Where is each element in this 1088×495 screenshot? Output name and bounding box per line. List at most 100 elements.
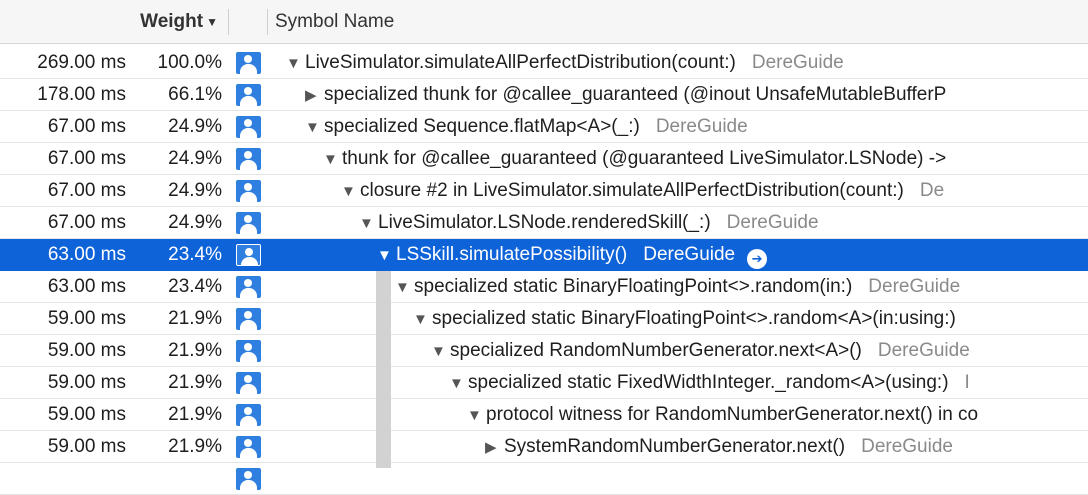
disclosure-expanded-icon[interactable]: ▼ — [413, 304, 432, 334]
weight-ms: 63.00 ms — [47, 276, 126, 297]
weight-column-header[interactable]: Weight ▼ — [0, 0, 228, 43]
symbol-cell: ▼ LSSkill.simulatePossibility() DereGuide ➔ — [377, 239, 768, 270]
library-name: DereGuide — [861, 436, 953, 457]
library-name: De — [919, 180, 945, 201]
symbol-name: specialized static BinaryFloatingPoint<>… — [414, 276, 853, 297]
weight-percent: 24.9% — [168, 180, 222, 201]
weight-percent: 66.1% — [168, 84, 222, 105]
library-name: DereGuide — [643, 244, 736, 265]
disclosure-expanded-icon[interactable]: ▼ — [377, 240, 396, 270]
symbol-name: LSSkill.simulatePossibility() — [396, 244, 628, 265]
user-icon — [236, 84, 261, 106]
table-row[interactable]: 59.00 ms 21.9% ▼ protocol witness for Rando… — [0, 399, 1088, 431]
weight-header-label: Weight — [140, 10, 204, 32]
call-tree-table: 269.00 ms 100.0% ▼ LiveSimulator.simulateAl… — [0, 47, 1088, 495]
table-row[interactable]: 63.00 ms 23.4% ▼ LSSkill.simulatePossibilit… — [0, 239, 1088, 271]
weight-ms: 59.00 ms — [47, 340, 126, 361]
symbol-cell: ▼ LiveSimulator.simulateAllPerfectDistrib… — [286, 47, 844, 78]
user-icon — [236, 468, 261, 490]
column-divider[interactable] — [267, 9, 268, 35]
disclosure-collapsed-icon[interactable]: ▶ — [305, 80, 324, 110]
symbol-name: SystemRandomNumberGenerator.next() — [504, 436, 846, 457]
weight-percent: 21.9% — [168, 308, 222, 329]
weight-ms: 67.00 ms — [47, 180, 126, 201]
disclosure-expanded-icon[interactable]: ▼ — [431, 336, 450, 366]
weight-percent: 24.9% — [168, 116, 222, 137]
symbol-cell: ▼ specialized Sequence.flatMap<A>(_:) Dere… — [305, 111, 748, 142]
symbol-cell: ▼ closure #2 in LiveSimulator.simulateAll… — [341, 175, 945, 206]
weight-ms: 59.00 ms — [47, 436, 126, 457]
weight-ms: 59.00 ms — [47, 308, 126, 329]
disclosure-expanded-icon[interactable]: ▼ — [323, 144, 342, 174]
chevron-down-icon: ▼ — [206, 14, 218, 29]
table-row[interactable]: 67.00 ms 24.9% ▼ LiveSimulator.LSNode.rende… — [0, 207, 1088, 239]
user-icon — [236, 180, 261, 202]
arrow-right-circle-icon[interactable]: ➔ — [747, 249, 768, 269]
table-row[interactable]: 178.00 ms 66.1% ▶ specialized thunk for @ca… — [0, 79, 1088, 111]
table-row[interactable]: 67.00 ms 24.9% ▼ specialized Sequence.flatM… — [0, 111, 1088, 143]
user-icon — [236, 340, 261, 362]
user-icon — [236, 404, 261, 426]
symbol-cell: ▼ specialized RandomNumberGenerator.next<… — [431, 335, 970, 366]
disclosure-expanded-icon[interactable]: ▼ — [286, 48, 305, 78]
weight-percent: 24.9% — [168, 148, 222, 169]
symbol-cell: ▼ protocol witness for RandomNumberGenera… — [467, 399, 979, 430]
weight-ms: 63.00 ms — [47, 244, 126, 265]
symbol-name: thunk for @callee_guaranteed (@guarantee… — [342, 148, 947, 169]
symbol-cell: ▼ specialized static BinaryFloatingPoint<… — [395, 271, 961, 302]
library-name: DereGuide — [868, 276, 961, 297]
weight-ms: 178.00 ms — [37, 84, 126, 105]
symbol-name: specialized RandomNumberGenerator.next<A… — [450, 340, 862, 361]
disclosure-expanded-icon[interactable]: ▼ — [395, 272, 414, 302]
table-header: Weight ▼ Symbol Name — [0, 0, 1088, 44]
table-row[interactable]: 59.00 ms 21.9% ▼ specialized static BinaryF… — [0, 303, 1088, 335]
symbol-name: closure #2 in LiveSimulator.simulateAllP… — [360, 180, 904, 201]
weight-ms: 59.00 ms — [47, 372, 126, 393]
user-icon — [236, 244, 261, 266]
disclosure-expanded-icon[interactable]: ▼ — [467, 400, 486, 430]
table-row[interactable]: 67.00 ms 24.9% ▼ closure #2 in LiveSimulato… — [0, 175, 1088, 207]
library-name: DereGuide — [655, 116, 748, 137]
symbol-header-label: Symbol Name — [275, 10, 395, 32]
symbol-name: protocol witness for RandomNumberGenerat… — [486, 404, 979, 425]
weight-percent: 23.4% — [168, 244, 222, 265]
weight-percent: 21.9% — [168, 372, 222, 393]
weight-percent: 100.0% — [157, 52, 222, 73]
weight-ms: 67.00 ms — [47, 148, 126, 169]
library-name: DereGuide — [751, 52, 844, 73]
symbol-name-column-header[interactable]: Symbol Name — [275, 0, 394, 43]
symbol-name: specialized static BinaryFloatingPoint<>… — [432, 308, 956, 329]
user-icon — [236, 52, 261, 74]
weight-ms: 67.00 ms — [47, 116, 126, 137]
table-row[interactable]: 269.00 ms 100.0% ▼ LiveSimulator.simulateAl… — [0, 47, 1088, 79]
table-row[interactable]: 59.00 ms 21.9% ▼ specialized RandomNumberGe… — [0, 335, 1088, 367]
disclosure-expanded-icon[interactable]: ▼ — [359, 208, 378, 238]
symbol-name: specialized static FixedWidthInteger._ra… — [468, 372, 949, 393]
user-icon — [236, 308, 261, 330]
weight-percent: 23.4% — [168, 276, 222, 297]
symbol-cell: ▼ LiveSimulator.LSNode.renderedSkill(_:) D… — [359, 207, 819, 238]
user-icon — [236, 116, 261, 138]
column-divider[interactable] — [228, 9, 229, 35]
user-icon — [236, 212, 261, 234]
user-icon — [236, 148, 261, 170]
user-icon — [236, 436, 261, 458]
disclosure-expanded-icon[interactable]: ▼ — [449, 368, 468, 398]
symbol-cell: ▶ SystemRandomNumberGenerator.next() DereG… — [485, 431, 953, 462]
symbol-cell: ▼ specialized static FixedWidthInteger._r… — [449, 367, 970, 398]
symbol-name: LiveSimulator.simulateAllPerfectDistribu… — [305, 52, 736, 73]
user-icon — [236, 372, 261, 394]
table-row[interactable]: 59.00 ms 21.9% ▶ SystemRandomNumberGenerato… — [0, 431, 1088, 463]
disclosure-expanded-icon[interactable]: ▼ — [305, 112, 324, 142]
table-row[interactable]: 63.00 ms 23.4% ▼ specialized static BinaryF… — [0, 271, 1088, 303]
weight-percent: 21.9% — [168, 436, 222, 457]
disclosure-expanded-icon[interactable]: ▼ — [341, 176, 360, 206]
table-row[interactable]: 67.00 ms 24.9% ▼ thunk for @callee_guarante… — [0, 143, 1088, 175]
weight-ms: 59.00 ms — [47, 404, 126, 425]
weight-percent: 24.9% — [168, 212, 222, 233]
disclosure-collapsed-icon[interactable]: ▶ — [485, 432, 504, 462]
table-row[interactable]: 59.00 ms 21.9% ▼ specialized static FixedWi… — [0, 367, 1088, 399]
weight-percent: 21.9% — [168, 404, 222, 425]
weight-ms: 67.00 ms — [47, 212, 126, 233]
library-name: I — [964, 372, 970, 393]
